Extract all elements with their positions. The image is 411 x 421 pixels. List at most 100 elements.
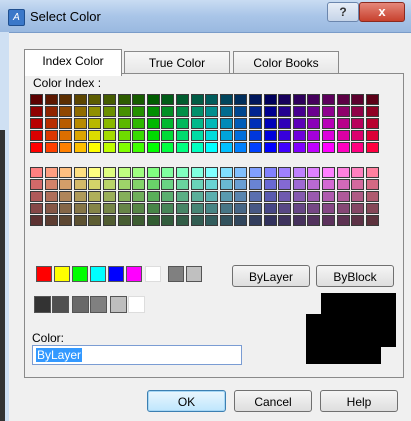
color-cell[interactable] <box>336 203 350 214</box>
color-cell[interactable] <box>59 130 73 141</box>
color-cell[interactable] <box>73 203 87 214</box>
color-cell[interactable] <box>132 203 146 214</box>
color-cell[interactable] <box>190 142 204 153</box>
color-cell[interactable] <box>176 215 189 226</box>
color-cell[interactable] <box>351 215 365 226</box>
color-cell[interactable] <box>263 94 277 105</box>
color-cell[interactable] <box>59 142 73 153</box>
color-cell[interactable] <box>88 118 102 129</box>
color-cell[interactable] <box>278 167 292 178</box>
color-cell[interactable] <box>292 118 306 129</box>
color-cell[interactable] <box>161 215 175 226</box>
color-cell[interactable] <box>88 130 102 141</box>
color-cell[interactable] <box>59 203 73 214</box>
color-cell[interactable] <box>336 167 350 178</box>
color-cell[interactable] <box>30 215 43 226</box>
color-cell[interactable] <box>365 94 379 105</box>
color-cell[interactable] <box>322 118 335 129</box>
color-cell[interactable] <box>161 130 175 141</box>
color-cell[interactable] <box>161 191 175 202</box>
color-cell[interactable] <box>117 179 131 190</box>
color-cell[interactable] <box>30 94 43 105</box>
color-cell[interactable] <box>30 118 43 129</box>
color-cell[interactable] <box>322 203 335 214</box>
color-cell[interactable] <box>190 191 204 202</box>
byblock-button[interactable]: ByBlock <box>316 265 394 287</box>
gray-shade-swatch[interactable] <box>90 296 107 313</box>
color-cell[interactable] <box>249 203 262 214</box>
color-cell[interactable] <box>117 142 131 153</box>
color-cell[interactable] <box>263 215 277 226</box>
color-cell[interactable] <box>336 215 350 226</box>
color-cell[interactable] <box>73 130 87 141</box>
color-cell[interactable] <box>88 203 102 214</box>
standard-color-swatch[interactable] <box>90 266 106 282</box>
color-cell[interactable] <box>278 215 292 226</box>
color-cell[interactable] <box>73 142 87 153</box>
color-cell[interactable] <box>190 179 204 190</box>
color-cell[interactable] <box>278 118 292 129</box>
color-cell[interactable] <box>278 94 292 105</box>
color-cell[interactable] <box>336 106 350 117</box>
color-cell[interactable] <box>249 130 262 141</box>
color-cell[interactable] <box>73 106 87 117</box>
color-cell[interactable] <box>365 106 379 117</box>
color-cell[interactable] <box>365 118 379 129</box>
color-cell[interactable] <box>88 106 102 117</box>
color-cell[interactable] <box>103 118 116 129</box>
gray-shade-swatch[interactable] <box>110 296 127 313</box>
color-cell[interactable] <box>234 130 248 141</box>
color-cell[interactable] <box>292 167 306 178</box>
color-cell[interactable] <box>117 215 131 226</box>
color-cell[interactable] <box>365 130 379 141</box>
color-cell[interactable] <box>263 191 277 202</box>
help-button[interactable]: Help <box>320 390 398 412</box>
color-cell[interactable] <box>234 179 248 190</box>
color-cell[interactable] <box>161 94 175 105</box>
color-cell[interactable] <box>365 179 379 190</box>
color-cell[interactable] <box>176 179 189 190</box>
color-cell[interactable] <box>219 215 233 226</box>
color-cell[interactable] <box>73 94 87 105</box>
color-cell[interactable] <box>59 215 73 226</box>
color-cell[interactable] <box>307 130 321 141</box>
color-cell[interactable] <box>176 106 189 117</box>
cancel-button[interactable]: Cancel <box>234 390 312 412</box>
color-cell[interactable] <box>132 130 146 141</box>
color-cell[interactable] <box>322 94 335 105</box>
color-input[interactable]: ByLayer <box>32 345 242 365</box>
color-cell[interactable] <box>365 191 379 202</box>
color-cell[interactable] <box>146 179 160 190</box>
color-cell[interactable] <box>117 94 131 105</box>
color-cell[interactable] <box>307 203 321 214</box>
color-cell[interactable] <box>219 118 233 129</box>
color-cell[interactable] <box>132 142 146 153</box>
color-cell[interactable] <box>117 130 131 141</box>
color-cell[interactable] <box>161 179 175 190</box>
color-cell[interactable] <box>351 130 365 141</box>
color-cell[interactable] <box>205 167 219 178</box>
color-cell[interactable] <box>205 203 219 214</box>
color-cell[interactable] <box>30 203 43 214</box>
color-cell[interactable] <box>176 167 189 178</box>
color-cell[interactable] <box>278 179 292 190</box>
color-cell[interactable] <box>132 118 146 129</box>
color-cell[interactable] <box>263 106 277 117</box>
color-cell[interactable] <box>219 130 233 141</box>
color-cell[interactable] <box>88 179 102 190</box>
color-cell[interactable] <box>59 167 73 178</box>
color-cell[interactable] <box>30 106 43 117</box>
color-cell[interactable] <box>132 94 146 105</box>
color-cell[interactable] <box>307 167 321 178</box>
color-cell[interactable] <box>73 179 87 190</box>
color-cell[interactable] <box>234 106 248 117</box>
color-cell[interactable] <box>146 118 160 129</box>
tab-true-color[interactable]: True Color <box>124 51 230 74</box>
ok-button[interactable]: OK <box>147 390 226 412</box>
color-cell[interactable] <box>249 118 262 129</box>
color-cell[interactable] <box>322 130 335 141</box>
color-cell[interactable] <box>44 118 58 129</box>
color-cell[interactable] <box>190 167 204 178</box>
color-cell[interactable] <box>161 106 175 117</box>
color-cell[interactable] <box>322 106 335 117</box>
